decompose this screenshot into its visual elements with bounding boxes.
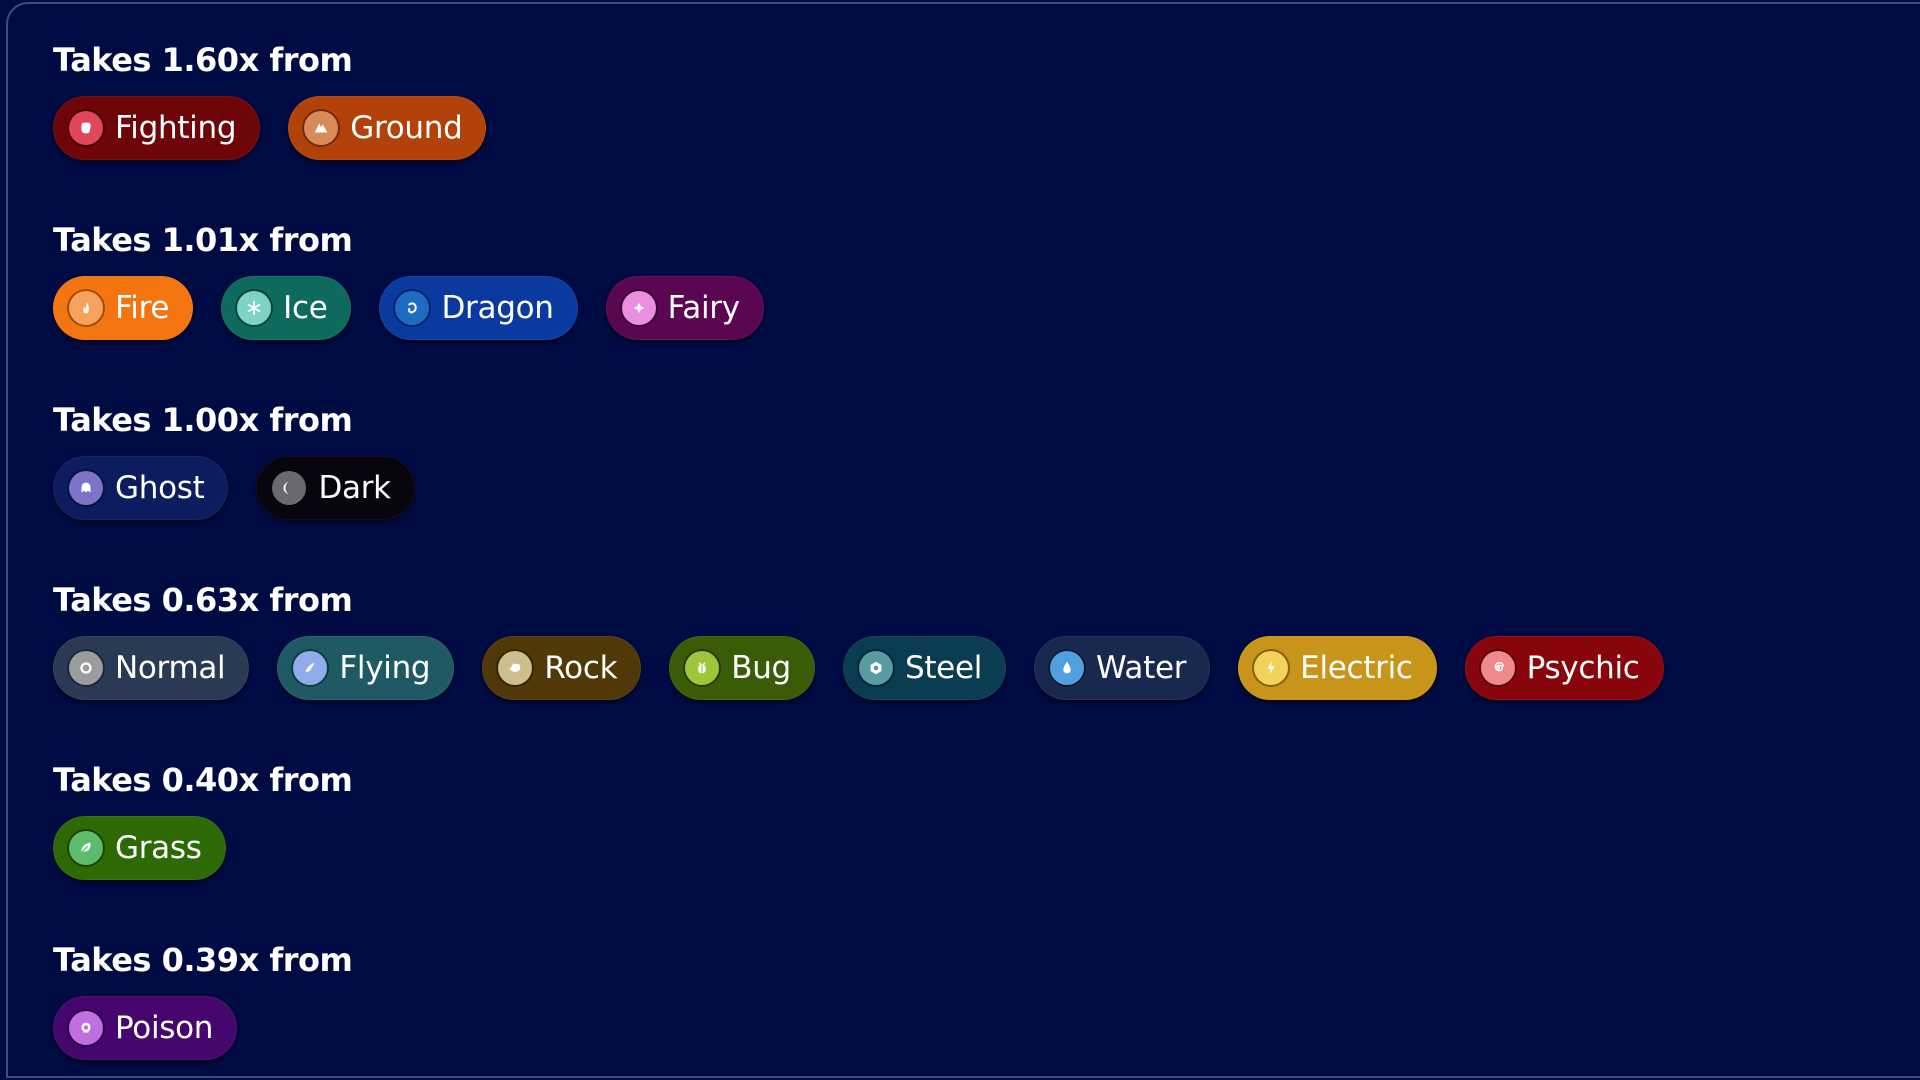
type-label: Steel <box>904 650 983 686</box>
wing-icon <box>293 651 328 685</box>
type-label: Normal <box>115 650 226 686</box>
type-label: Electric <box>1300 650 1413 686</box>
type-label: Bug <box>731 650 791 686</box>
type-list: Poison <box>53 996 352 1060</box>
type-list: Fire Ice Dragon Fairy <box>53 276 764 340</box>
type-pill-normal[interactable]: Normal <box>53 636 250 700</box>
type-pill-rock[interactable]: Rock <box>482 636 642 700</box>
type-pill-dark[interactable]: Dark <box>256 456 415 520</box>
group-heading: Takes 0.63x from <box>53 581 353 619</box>
type-label: Dragon <box>441 290 554 326</box>
type-label: Dark <box>318 470 391 506</box>
effectiveness-group: Takes 0.39x from Poison <box>53 940 353 1060</box>
type-pill-poison[interactable]: Poison <box>53 996 238 1060</box>
type-label: Flying <box>339 650 431 686</box>
type-label: Grass <box>115 830 202 866</box>
type-list: Grass <box>53 816 352 880</box>
effectiveness-group: Takes 0.40x from Grass <box>53 760 353 880</box>
effectiveness-group: Takes 1.00x from Ghost Dark <box>53 400 415 520</box>
type-pill-fighting[interactable]: Fighting <box>53 96 261 160</box>
type-label: Ice <box>283 290 328 326</box>
type-pill-bug[interactable]: Bug <box>669 636 815 700</box>
type-label: Rock <box>544 650 618 686</box>
droplet-icon <box>1050 651 1085 685</box>
type-list: Ghost Dark <box>53 456 415 520</box>
spiral-icon <box>1480 651 1515 685</box>
type-pill-steel[interactable]: Steel <box>842 636 1007 700</box>
type-effectiveness-panel: Takes 1.60x from Fighting Ground Takes 1… <box>6 2 1920 1078</box>
flame-icon <box>69 291 103 325</box>
hexagon-nut-icon <box>858 651 893 685</box>
sparkle-icon <box>621 291 656 325</box>
ghost-icon <box>69 471 103 505</box>
type-label: Water <box>1096 650 1187 686</box>
type-list: Fighting Ground <box>53 96 487 160</box>
type-label: Ghost <box>115 470 205 506</box>
type-list: Normal Flying Rock Bug Steel Water Elect… <box>53 636 1664 700</box>
effectiveness-group: Takes 0.63x from Normal Flying Rock Bug … <box>53 580 1664 700</box>
type-pill-psychic[interactable]: Psychic <box>1464 636 1664 700</box>
circle-icon <box>69 651 103 685</box>
mountain-icon <box>304 111 339 145</box>
snowflake-icon <box>237 291 272 325</box>
type-label: Fire <box>115 290 170 326</box>
type-pill-ground[interactable]: Ground <box>288 96 487 160</box>
type-pill-dragon[interactable]: Dragon <box>379 276 578 340</box>
group-heading: Takes 1.60x from <box>53 41 353 79</box>
type-pill-fire[interactable]: Fire <box>53 276 194 340</box>
fist-icon <box>69 111 103 145</box>
type-pill-ice[interactable]: Ice <box>221 276 352 340</box>
leaf-icon <box>69 831 103 865</box>
type-pill-ghost[interactable]: Ghost <box>53 456 229 520</box>
bolt-icon <box>1254 651 1289 685</box>
type-pill-electric[interactable]: Electric <box>1238 636 1437 700</box>
group-heading: Takes 0.39x from <box>53 941 353 979</box>
type-label: Fighting <box>115 110 237 146</box>
effectiveness-group: Takes 1.01x from Fire Ice Dragon Fairy <box>53 220 764 340</box>
group-heading: Takes 0.40x from <box>53 761 353 799</box>
effectiveness-group: Takes 1.60x from Fighting Ground <box>53 40 487 160</box>
type-label: Poison <box>115 1010 214 1046</box>
rock-icon <box>498 651 533 685</box>
type-pill-fairy[interactable]: Fairy <box>605 276 764 340</box>
moon-icon <box>272 471 307 505</box>
type-pill-flying[interactable]: Flying <box>277 636 455 700</box>
group-heading: Takes 1.01x from <box>53 221 353 259</box>
type-pill-grass[interactable]: Grass <box>53 816 226 880</box>
type-label: Fairy <box>667 290 740 326</box>
dragon-icon <box>395 291 430 325</box>
skull-icon <box>69 1011 103 1045</box>
type-label: Psychic <box>1526 650 1640 686</box>
bug-icon <box>685 651 720 685</box>
group-heading: Takes 1.00x from <box>53 401 353 439</box>
type-pill-water[interactable]: Water <box>1034 636 1211 700</box>
type-label: Ground <box>350 110 463 146</box>
